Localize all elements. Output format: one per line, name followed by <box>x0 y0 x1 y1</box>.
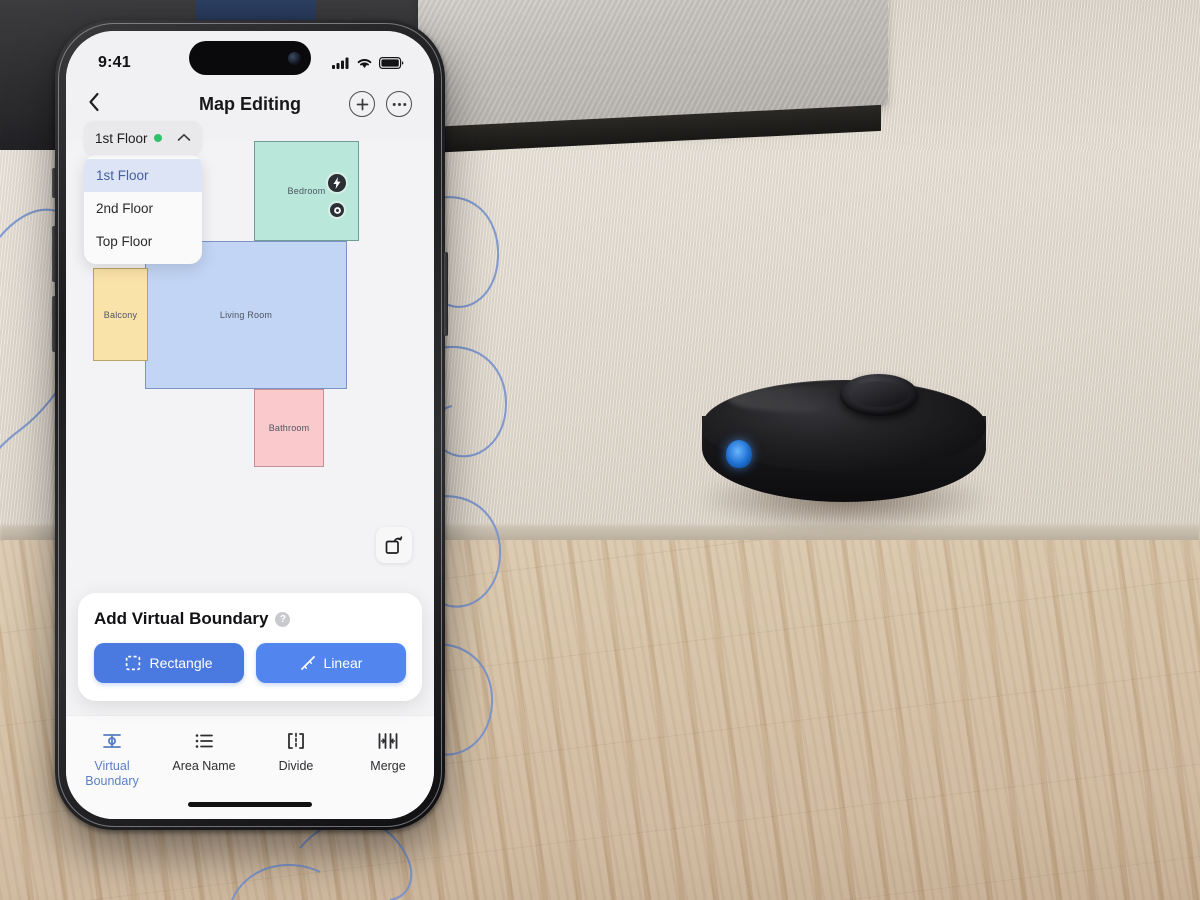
robot-vacuum <box>688 358 1008 548</box>
plus-icon <box>356 98 368 110</box>
linear-button-label: Linear <box>323 655 363 671</box>
robot-dock-icon[interactable] <box>328 201 346 219</box>
card-title: Add Virtual Boundary <box>94 609 269 628</box>
chevron-up-icon <box>177 129 191 147</box>
wifi-icon <box>357 59 372 68</box>
tab-divide[interactable]: Divide <box>250 730 342 774</box>
battery-icon <box>379 57 404 69</box>
floor-selector-label: 1st Floor <box>95 130 148 146</box>
phone-screen: 9:41 Map Editing 1st Floor 1st Floor 2nd… <box>66 31 434 819</box>
ellipsis-icon <box>392 102 406 106</box>
room-label-balcony: Balcony <box>103 309 138 320</box>
tab-merge[interactable]: Merge <box>342 730 434 774</box>
status-time: 9:41 <box>98 54 131 71</box>
front-camera-icon <box>288 51 301 65</box>
sensor-light <box>726 440 752 468</box>
room-bathroom[interactable]: Bathroom <box>254 389 324 467</box>
cellular-signal-icon <box>332 57 349 69</box>
floor-selector-button[interactable]: 1st Floor <box>84 121 202 155</box>
divide-brackets-icon <box>285 730 307 752</box>
tab-label-virtual-boundary: Virtual Boundary <box>85 759 139 789</box>
status-bar: 9:41 <box>66 31 434 81</box>
diagonal-line-icon <box>300 656 315 670</box>
power-button[interactable] <box>444 252 448 336</box>
add-virtual-boundary-card: Add Virtual Boundary ? Rectangle Linear <box>78 593 422 701</box>
home-indicator[interactable] <box>188 802 312 807</box>
chevron-left-icon <box>89 92 99 112</box>
linear-boundary-button[interactable]: Linear <box>256 643 406 683</box>
dynamic-island <box>189 41 311 75</box>
room-label-living-room: Living Room <box>219 310 273 320</box>
tab-label-area-name: Area Name <box>172 759 236 773</box>
more-options-button[interactable] <box>386 91 412 117</box>
rectangle-boundary-button[interactable]: Rectangle <box>94 643 244 683</box>
floor-option-1st[interactable]: 1st Floor <box>84 159 202 192</box>
charging-bolt-icon[interactable] <box>326 172 348 194</box>
floor-dropdown-menu[interactable]: 1st Floor 2nd Floor Top Floor <box>84 155 202 264</box>
tab-label-merge: Merge <box>370 759 406 773</box>
list-lines-icon <box>193 730 215 752</box>
dashed-rectangle-icon <box>126 655 141 671</box>
rotate-reset-icon <box>385 535 402 554</box>
bottom-tab-bar: Virtual Boundary Area Name Divide Merge <box>66 715 434 819</box>
volume-up-button[interactable] <box>52 226 56 282</box>
silent-switch[interactable] <box>52 168 56 198</box>
room-balcony[interactable]: Balcony <box>93 268 148 361</box>
lidar-turret <box>840 374 918 416</box>
floor-status-dot <box>153 134 162 142</box>
tab-area-name[interactable]: Area Name <box>158 730 250 774</box>
room-label-bathroom: Bathroom <box>268 423 310 433</box>
virtual-boundary-icon <box>101 730 123 752</box>
rotate-reset-button[interactable] <box>376 527 412 563</box>
rectangle-button-label: Rectangle <box>149 655 213 671</box>
volume-down-button[interactable] <box>52 296 56 352</box>
add-button[interactable] <box>349 91 375 117</box>
help-question-icon[interactable]: ? <box>275 611 291 627</box>
tab-virtual-boundary[interactable]: Virtual Boundary <box>66 730 158 790</box>
phone-device: 9:41 Map Editing 1st Floor 1st Floor 2nd… <box>52 20 448 830</box>
room-bedroom[interactable]: Bedroom <box>254 141 359 241</box>
floor-option-2nd[interactable]: 2nd Floor <box>84 192 202 225</box>
tab-label-divide: Divide <box>278 759 314 773</box>
floor-option-top[interactable]: Top Floor <box>84 225 202 258</box>
merge-arrows-icon <box>377 730 399 752</box>
floor-selector-zone: 1st Floor 1st Floor 2nd Floor Top Floor <box>66 121 434 264</box>
back-button[interactable] <box>88 92 116 116</box>
